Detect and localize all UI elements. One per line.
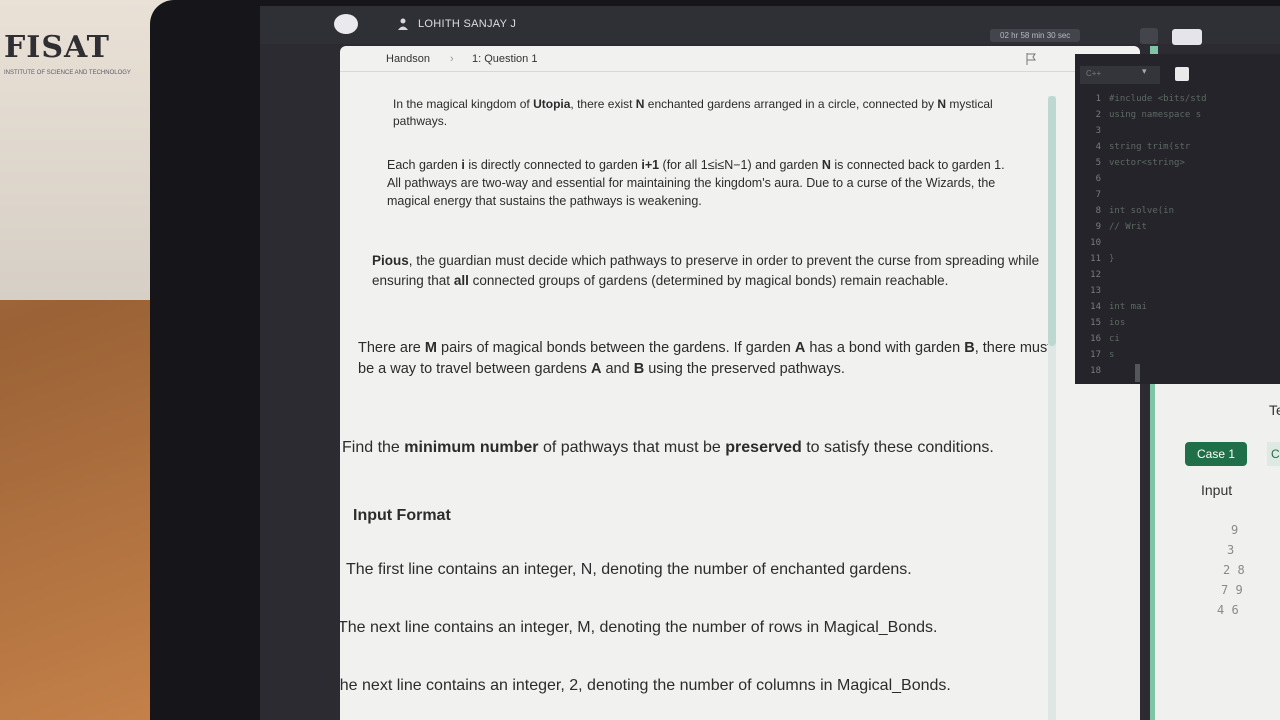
- problem-paragraph-bonds: There are M pairs of magical bonds betwe…: [358, 340, 1052, 378]
- problem-paragraph-intro: In the magical kingdom of Utopia, there …: [393, 97, 993, 129]
- language-value: C++: [1086, 69, 1102, 78]
- end-test-button[interactable]: [1172, 29, 1202, 45]
- line-number: 11: [1090, 254, 1101, 264]
- input-value-line: 7 9: [1221, 583, 1243, 597]
- fisat-poster: FISAT INSTITUTE OF SCIENCE AND TECHNOLOG…: [0, 0, 175, 300]
- editor-scrollbar[interactable]: [1135, 364, 1140, 382]
- problem-paragraph-connections: Each garden i is directly connected to g…: [387, 158, 1005, 209]
- code-text[interactable]: vector<string>: [1109, 158, 1185, 168]
- screen: LOHITH SANJAY J 02 hr 58 min 30 sec Hand…: [260, 6, 1280, 720]
- code-text[interactable]: }: [1109, 254, 1114, 264]
- line-number: 16: [1090, 334, 1101, 344]
- code-text[interactable]: string trim(str: [1109, 142, 1190, 152]
- line-number: 13: [1090, 286, 1101, 296]
- code-text[interactable]: ci: [1109, 334, 1120, 344]
- breadcrumb: Handson › 1: Question 1: [340, 46, 1140, 72]
- case-1-tab[interactable]: Case 1: [1185, 442, 1247, 466]
- line-number: 3: [1095, 126, 1101, 136]
- problem-scroll-thumb[interactable]: [1048, 96, 1056, 346]
- line-number: 8: [1095, 206, 1101, 216]
- test-case-panel: Te Case 1 C Input 9 3 2 8 7 9 4 6: [1155, 384, 1280, 720]
- problem-paragraph-guardian: Pious, the guardian must decide which pa…: [372, 253, 1040, 288]
- problem-paragraph-task: Find the minimum number of pathways that…: [342, 439, 994, 456]
- code-text[interactable]: s: [1109, 350, 1114, 360]
- line-number: 15: [1090, 318, 1101, 328]
- input-value-line: 9: [1231, 523, 1239, 537]
- input-format-line-2: The next line contains an integer, M, de…: [338, 619, 938, 636]
- problem-panel: Handson › 1: Question 1 In the magical k…: [330, 46, 1140, 720]
- top-bar: LOHITH SANJAY J 02 hr 58 min 30 sec: [260, 6, 1280, 45]
- input-value-line: 3: [1227, 543, 1235, 557]
- user-icon: [398, 18, 408, 30]
- input-format-heading: Input Format: [353, 507, 451, 524]
- input-value-line: 4 6: [1217, 603, 1239, 617]
- line-number: 5: [1095, 158, 1101, 168]
- problem-scrollbar[interactable]: [1048, 96, 1056, 720]
- code-text[interactable]: using namespace s: [1109, 110, 1201, 120]
- line-number: 6: [1095, 174, 1101, 184]
- app-logo-icon[interactable]: [334, 14, 358, 34]
- line-number: 14: [1090, 302, 1101, 312]
- code-text[interactable]: ios: [1109, 318, 1125, 328]
- code-text[interactable]: int solve(in: [1109, 206, 1174, 216]
- line-number: 7: [1095, 190, 1101, 200]
- case-2-tab[interactable]: C: [1267, 442, 1280, 466]
- line-number: 17: [1090, 350, 1101, 360]
- line-number: 1: [1095, 94, 1101, 104]
- chevron-down-icon: ▾: [1142, 66, 1147, 76]
- input-value-line: 2 8: [1223, 563, 1245, 577]
- user-name: LOHITH SANJAY J: [418, 18, 517, 30]
- input-format-line-3: The next line contains an integer, 2, de…: [330, 677, 951, 694]
- line-number: 2: [1095, 110, 1101, 120]
- poster-logo: FISAT: [4, 30, 110, 65]
- breadcrumb-section[interactable]: Handson: [386, 53, 430, 65]
- timer-toggle-button[interactable]: [1140, 28, 1158, 44]
- input-label: Input: [1201, 482, 1233, 498]
- language-select[interactable]: C++ ▾: [1080, 66, 1160, 84]
- input-format-line-1: The first line contains an integer, N, d…: [346, 561, 912, 578]
- breadcrumb-separator: ›: [450, 53, 454, 65]
- poster-subtitle: INSTITUTE OF SCIENCE AND TECHNOLOGY: [4, 70, 131, 76]
- line-number: 18: [1090, 366, 1101, 376]
- code-text[interactable]: int mai: [1109, 302, 1147, 312]
- code-text[interactable]: #include <bits/std: [1109, 94, 1207, 104]
- test-panel-title: Te: [1269, 402, 1280, 418]
- breadcrumb-question[interactable]: 1: Question 1: [472, 53, 537, 65]
- countdown-timer: 02 hr 58 min 30 sec: [990, 29, 1081, 42]
- line-number: 12: [1090, 270, 1101, 280]
- line-number: 4: [1095, 142, 1101, 152]
- line-number: 9: [1095, 222, 1101, 232]
- editor-settings-button[interactable]: [1175, 67, 1189, 81]
- code-text[interactable]: // Writ: [1109, 222, 1147, 232]
- flag-icon[interactable]: [1026, 53, 1036, 65]
- line-number: 10: [1090, 238, 1101, 248]
- code-editor[interactable]: C++ ▾ 1 #include <bits/std 2 using namespac…: [1075, 54, 1280, 384]
